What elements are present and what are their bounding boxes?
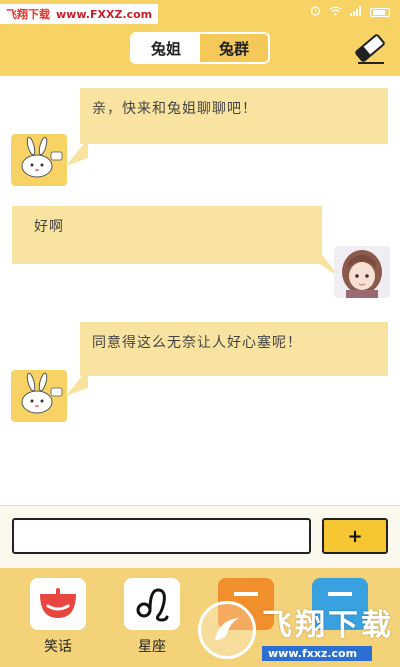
eraser-icon[interactable]: [352, 30, 388, 66]
status-bar: 飞翔下载 www.FXXZ.com: [0, 0, 400, 24]
message-input[interactable]: [12, 518, 311, 554]
message-text: 同意得这么无奈让人好心塞呢！: [92, 335, 302, 351]
leo-zodiac-icon: [124, 578, 180, 630]
nav-label: 星座: [138, 639, 166, 655]
tab-tuqun[interactable]: 兔群: [200, 34, 268, 62]
alarm-icon: [310, 5, 321, 19]
chat-area[interactable]: 亲，快来和兔姐聊聊吧！ 好啊 同意得这么无奈让人好心塞呢！: [0, 76, 400, 506]
message-text: 好啊: [34, 219, 64, 235]
chat-bubble-user: 好啊: [12, 206, 322, 264]
watermark-title: 飞翔下载: [262, 607, 394, 643]
nav-item-joke[interactable]: 笑话: [30, 578, 86, 656]
user-avatar: [334, 246, 390, 298]
chat-bubble-bot: 亲，快来和兔姐聊聊吧！: [80, 88, 388, 144]
tab-tujie[interactable]: 兔姐: [132, 34, 200, 62]
battery-icon: [370, 7, 390, 17]
watermark-url: www.FXXZ.com: [56, 7, 153, 21]
nav-item-zodiac[interactable]: 星座: [124, 578, 180, 656]
nav-label: 笑话: [44, 639, 72, 655]
watermark-bottom: 飞翔下载 www.fxxz.com: [198, 596, 396, 664]
watermark-site-name: 飞翔下载: [6, 8, 50, 21]
status-icons: [310, 5, 390, 19]
signal-icon: [350, 5, 362, 19]
send-button[interactable]: +: [322, 518, 388, 554]
message-text: 亲，快来和兔姐聊聊吧！: [92, 101, 257, 117]
watermark-top: 飞翔下载 www.FXXZ.com: [0, 4, 159, 24]
chat-bubble-bot: 同意得这么无奈让人好心塞呢！: [80, 322, 388, 376]
bot-avatar: [11, 370, 67, 422]
app-header: 飞翔下载 www.FXXZ.com 兔姐 兔群: [0, 0, 400, 76]
input-bar: +: [0, 506, 400, 568]
watermark-logo-icon: [198, 601, 256, 659]
bot-avatar: [11, 134, 67, 186]
watermark-text: 飞翔下载 www.fxxz.com: [262, 600, 394, 661]
watermark-url: www.fxxz.com: [262, 645, 372, 661]
joke-icon: [30, 578, 86, 630]
wifi-icon: [329, 6, 342, 19]
chat-mode-switch: 兔姐 兔群: [130, 32, 270, 64]
